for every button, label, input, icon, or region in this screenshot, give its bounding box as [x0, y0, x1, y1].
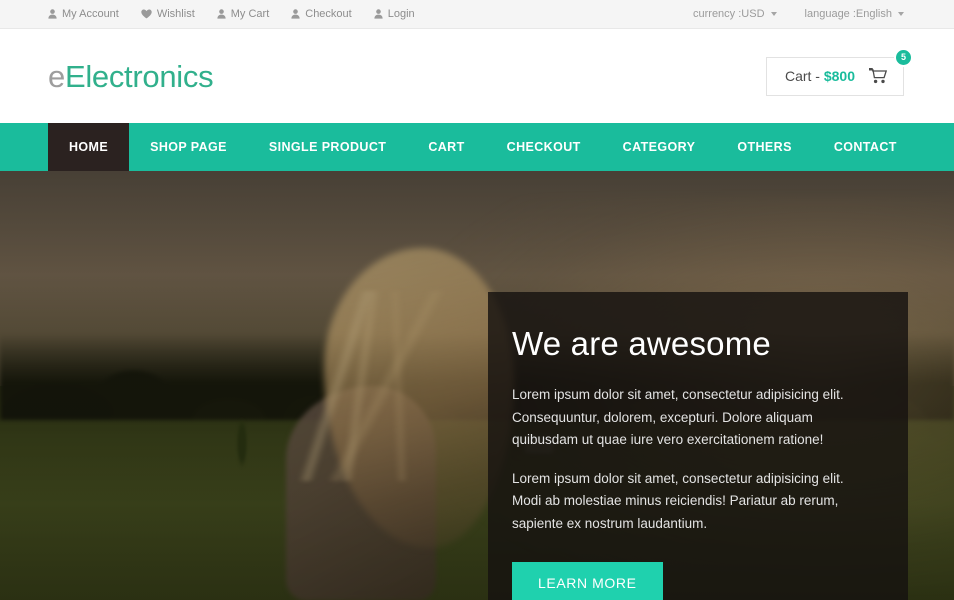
- language-selector[interactable]: language :English: [805, 8, 904, 20]
- top-link-label: Checkout: [305, 7, 352, 20]
- nav-item-checkout[interactable]: CHECKOUT: [486, 123, 602, 171]
- logo-text: Electronics: [64, 58, 214, 94]
- main-navigation: HOME SHOP PAGE SINGLE PRODUCT CART CHECK…: [0, 123, 954, 171]
- hero-title: We are awesome: [512, 325, 771, 362]
- top-link-login[interactable]: Login: [374, 7, 415, 20]
- nav-item-label: SHOP PAGE: [150, 140, 227, 154]
- currency-selector-label: currency :USD: [693, 8, 765, 20]
- cart-label: Cart - $800: [785, 68, 855, 84]
- currency-selector[interactable]: currency :USD: [693, 8, 777, 20]
- cart-widget: Cart - $800 5: [765, 47, 913, 96]
- top-link-label: Wishlist: [156, 7, 195, 20]
- nav-item-others[interactable]: OTHERS: [716, 123, 813, 171]
- hero-paragraph-1: Lorem ipsum dolor sit amet, consectetur …: [512, 387, 844, 447]
- nav-item-label: CART: [428, 140, 465, 154]
- top-link-my-account[interactable]: My Account: [48, 7, 119, 20]
- top-link-wishlist[interactable]: Wishlist: [141, 7, 195, 20]
- hero-paragraph-2: Lorem ipsum dolor sit amet, consectetur …: [512, 471, 844, 531]
- user-icon: [374, 9, 383, 19]
- cart-button[interactable]: Cart - $800: [765, 56, 904, 96]
- top-link-my-cart[interactable]: My Cart: [217, 7, 270, 20]
- hero-text-panel: We are awesome Lorem ipsum dolor sit ame…: [488, 292, 908, 600]
- top-links-group: My Account Wishlist My Cart Checkout Log: [48, 7, 415, 20]
- site-logo[interactable]: eElectronics: [48, 58, 214, 94]
- shopping-cart-icon: [869, 68, 887, 84]
- user-icon: [217, 9, 226, 19]
- top-selectors-group: currency :USD language :English: [693, 8, 904, 20]
- nav-item-label: CONTACT: [833, 140, 897, 154]
- top-link-label: My Account: [62, 7, 119, 20]
- nav-item-single-product[interactable]: SINGLE PRODUCT: [248, 123, 407, 171]
- chevron-down-icon: [770, 12, 777, 16]
- nav-item-contact[interactable]: CONTACT: [813, 123, 918, 171]
- cart-amount: $800: [823, 68, 855, 84]
- nav-item-shop-page[interactable]: SHOP PAGE: [129, 123, 248, 171]
- chevron-down-icon: [898, 12, 904, 16]
- site-header: eElectronics Cart - $800 5: [0, 29, 954, 123]
- language-selector-label: language :English: [804, 8, 892, 20]
- nav-item-cart[interactable]: CART: [407, 123, 485, 171]
- cart-badge: 5: [894, 47, 913, 67]
- top-link-label: Login: [387, 7, 415, 20]
- nav-item-label: CHECKOUT: [506, 140, 581, 154]
- nav-item-label: OTHERS: [737, 140, 792, 154]
- user-icon: [48, 9, 57, 19]
- nav-item-label: HOME: [69, 140, 109, 154]
- top-utility-bar: My Account Wishlist My Cart Checkout Log: [0, 0, 954, 29]
- nav-item-label: CATEGORY: [622, 140, 696, 154]
- user-icon: [291, 9, 300, 19]
- hero-banner: We are awesome Lorem ipsum dolor sit ame…: [0, 171, 954, 600]
- nav-item-category[interactable]: CATEGORY: [602, 123, 717, 171]
- nav-item-home[interactable]: HOME: [48, 123, 130, 171]
- learn-more-button[interactable]: LEARN MORE: [512, 561, 663, 600]
- cart-label-text: Cart -: [784, 68, 824, 84]
- top-link-checkout[interactable]: Checkout: [291, 7, 352, 20]
- nav-item-label: SINGLE PRODUCT: [268, 140, 387, 154]
- logo-prefix: e: [48, 58, 65, 94]
- heart-icon: [141, 9, 152, 19]
- top-link-label: My Cart: [230, 7, 270, 20]
